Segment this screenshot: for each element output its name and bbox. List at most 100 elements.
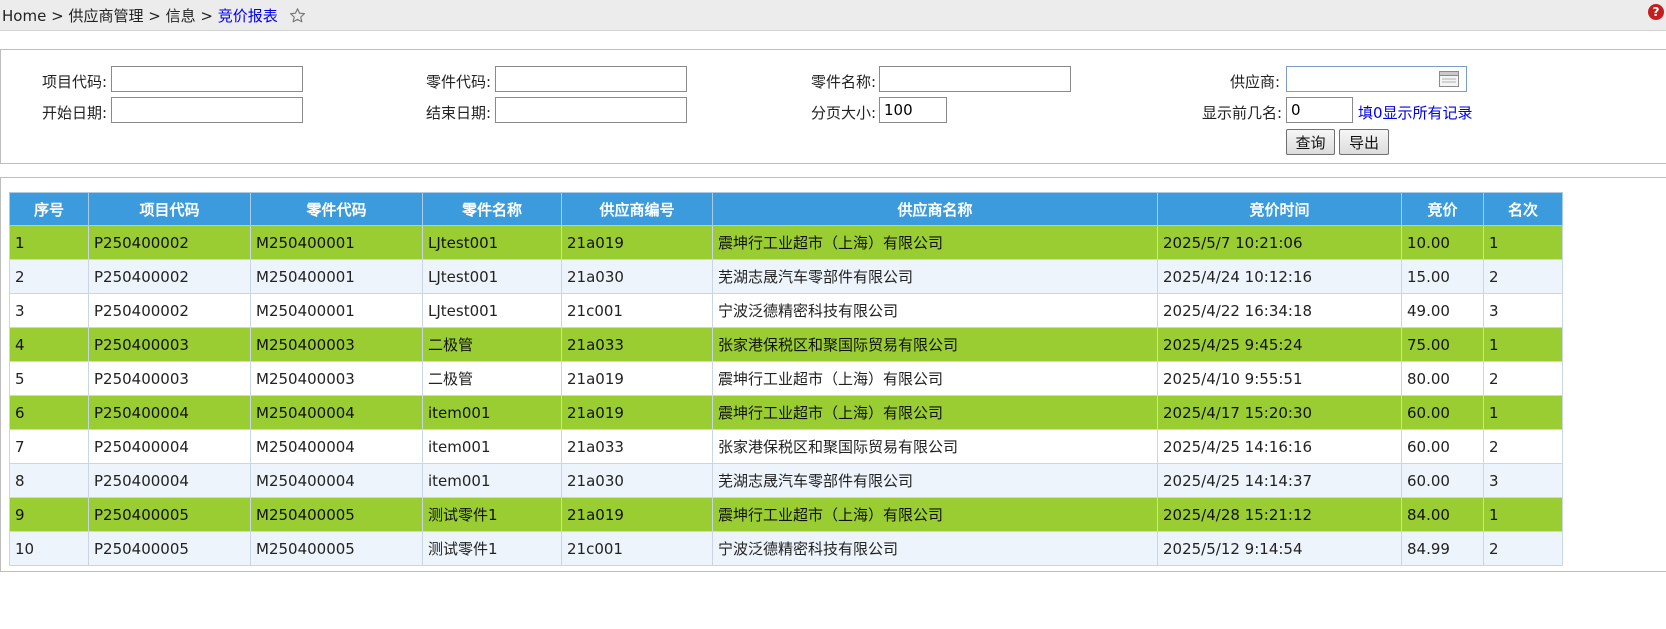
page-size-label: 分页大小: — [810, 104, 876, 122]
cell-supplier-code: 21c001 — [561, 293, 713, 328]
cell-part-code: M250400003 — [250, 327, 423, 362]
breadcrumb-separator: > — [51, 7, 64, 25]
supplier-picker-icon[interactable] — [1439, 71, 1459, 91]
cell-bid-time: 2025/4/25 9:45:24 — [1157, 327, 1402, 362]
cell-supplier-code: 21a019 — [561, 497, 713, 532]
col-header-part-code[interactable]: 零件代码 — [250, 192, 423, 226]
breadcrumb-separator: > — [200, 7, 213, 25]
col-header-supplier-name[interactable]: 供应商名称 — [712, 192, 1158, 226]
cell-bid-price: 60.00 — [1401, 463, 1484, 498]
col-header-project-code[interactable]: 项目代码 — [88, 192, 251, 226]
cell-part-code: M250400005 — [250, 531, 423, 566]
cell-part-code: M250400005 — [250, 497, 423, 532]
cell-rank: 1 — [1483, 395, 1563, 430]
col-header-supplier-code[interactable]: 供应商编号 — [561, 192, 713, 226]
cell-bid-price: 84.99 — [1401, 531, 1484, 566]
cell-project-code: P250400004 — [88, 463, 251, 498]
breadcrumb-home[interactable]: Home — [2, 7, 46, 25]
table-row[interactable]: 10 P250400005 M250400005 测试零件1 21c001 宁波泛德精密科… — [9, 531, 1563, 566]
cell-supplier-name: 震坤行工业超市（上海）有限公司 — [712, 395, 1158, 430]
cell-index: 3 — [9, 293, 89, 328]
cell-rank: 3 — [1483, 293, 1563, 328]
cell-index: 8 — [9, 463, 89, 498]
project-code-input[interactable] — [111, 66, 303, 92]
cell-part-name: item001 — [422, 463, 562, 498]
start-date-label: 开始日期: — [41, 104, 107, 122]
cell-bid-price: 15.00 — [1401, 259, 1484, 294]
breadcrumb-info[interactable]: 信息 — [166, 7, 196, 25]
cell-index: 7 — [9, 429, 89, 464]
cell-bid-time: 2025/4/24 10:12:16 — [1157, 259, 1402, 294]
col-header-bid-time[interactable]: 竞价时间 — [1157, 192, 1402, 226]
table-row[interactable]: 7 P250400004 M250400004 item001 21a033 张家港保税区… — [9, 429, 1563, 464]
cell-project-code: P250400005 — [88, 497, 251, 532]
cell-bid-time: 2025/4/17 15:20:30 — [1157, 395, 1402, 430]
breadcrumb-supplier-management[interactable]: 供应商管理 — [68, 7, 143, 25]
cell-index: 4 — [9, 327, 89, 362]
cell-supplier-name: 宁波泛德精密科技有限公司 — [712, 293, 1158, 328]
table-row[interactable]: 8 P250400004 M250400004 item001 21a030 芜湖志晟汽车… — [9, 463, 1563, 498]
cell-bid-price: 60.00 — [1401, 429, 1484, 464]
cell-rank: 2 — [1483, 531, 1563, 566]
cell-project-code: P250400004 — [88, 395, 251, 430]
cell-index: 6 — [9, 395, 89, 430]
col-header-bid-price[interactable]: 竞价 — [1401, 192, 1484, 226]
col-header-index[interactable]: 序号 — [9, 192, 89, 226]
star-icon[interactable] — [289, 7, 306, 28]
cell-bid-price: 10.00 — [1401, 225, 1484, 260]
cell-part-name: 测试零件1 — [422, 531, 562, 566]
cell-rank: 2 — [1483, 259, 1563, 294]
table-row[interactable]: 2 P250400002 M250400001 LJtest001 21a030 芜湖志晟… — [9, 259, 1563, 294]
table-row[interactable]: 9 P250400005 M250400005 测试零件1 21a019 震坤行工业超市（… — [9, 497, 1563, 532]
cell-index: 9 — [9, 497, 89, 532]
cell-part-code: M250400004 — [250, 429, 423, 464]
top-n-hint: 填0显示所有记录 — [1358, 104, 1473, 122]
cell-bid-time: 2025/4/28 15:21:12 — [1157, 497, 1402, 532]
col-header-part-name[interactable]: 零件名称 — [422, 192, 562, 226]
help-icon[interactable]: ? — [1648, 4, 1664, 20]
cell-rank: 3 — [1483, 463, 1563, 498]
cell-project-code: P250400003 — [88, 361, 251, 396]
cell-bid-price: 84.00 — [1401, 497, 1484, 532]
cell-part-code: M250400004 — [250, 395, 423, 430]
cell-part-code: M250400001 — [250, 293, 423, 328]
top-n-label: 显示前几名: — [1201, 104, 1282, 122]
breadcrumb: Home > 供应商管理 > 信息 > 竞价报表 — [2, 5, 306, 28]
table-row[interactable]: 6 P250400004 M250400004 item001 21a019 震坤行工业超… — [9, 395, 1563, 430]
cell-part-code: M250400001 — [250, 259, 423, 294]
start-date-input[interactable] — [111, 97, 303, 123]
table-row[interactable]: 4 P250400003 M250400003 二极管 21a033 张家港保税区和聚国际… — [9, 327, 1563, 362]
cell-supplier-code: 21a033 — [561, 429, 713, 464]
cell-rank: 1 — [1483, 327, 1563, 362]
cell-project-code: P250400005 — [88, 531, 251, 566]
cell-rank: 1 — [1483, 497, 1563, 532]
export-button[interactable]: 导出 — [1339, 129, 1389, 155]
cell-part-name: LJtest001 — [422, 259, 562, 294]
table-row[interactable]: 5 P250400003 M250400003 二极管 21a019 震坤行工业超市（上海… — [9, 361, 1563, 396]
cell-bid-time: 2025/4/10 9:55:51 — [1157, 361, 1402, 396]
breadcrumb-current[interactable]: 竞价报表 — [218, 7, 278, 25]
cell-bid-time: 2025/5/7 10:21:06 — [1157, 225, 1402, 260]
table-row[interactable]: 3 P250400002 M250400001 LJtest001 21c001 宁波泛德… — [9, 293, 1563, 328]
top-n-input[interactable] — [1286, 97, 1353, 123]
cell-supplier-code: 21a019 — [561, 361, 713, 396]
cell-rank: 1 — [1483, 225, 1563, 260]
cell-part-name: item001 — [422, 429, 562, 464]
end-date-label: 结束日期: — [425, 104, 491, 122]
end-date-input[interactable] — [495, 97, 687, 123]
cell-part-name: 二极管 — [422, 327, 562, 362]
col-header-rank[interactable]: 名次 — [1483, 192, 1563, 226]
cell-supplier-code: 21a019 — [561, 225, 713, 260]
cell-project-code: P250400002 — [88, 259, 251, 294]
search-button[interactable]: 查询 — [1286, 129, 1335, 155]
page-size-input[interactable] — [879, 97, 947, 123]
top-bar: Home > 供应商管理 > 信息 > 竞价报表 ? — [0, 0, 1666, 31]
cell-part-code: M250400003 — [250, 361, 423, 396]
cell-rank: 2 — [1483, 361, 1563, 396]
table-row[interactable]: 1 P250400002 M250400001 LJtest001 21a019 震坤行工… — [9, 225, 1563, 260]
cell-supplier-code: 21c001 — [561, 531, 713, 566]
part-code-input[interactable] — [495, 66, 687, 92]
part-name-input[interactable] — [879, 66, 1071, 92]
supplier-label: 供应商: — [1229, 73, 1280, 91]
cell-supplier-name: 芜湖志晟汽车零部件有限公司 — [712, 259, 1158, 294]
